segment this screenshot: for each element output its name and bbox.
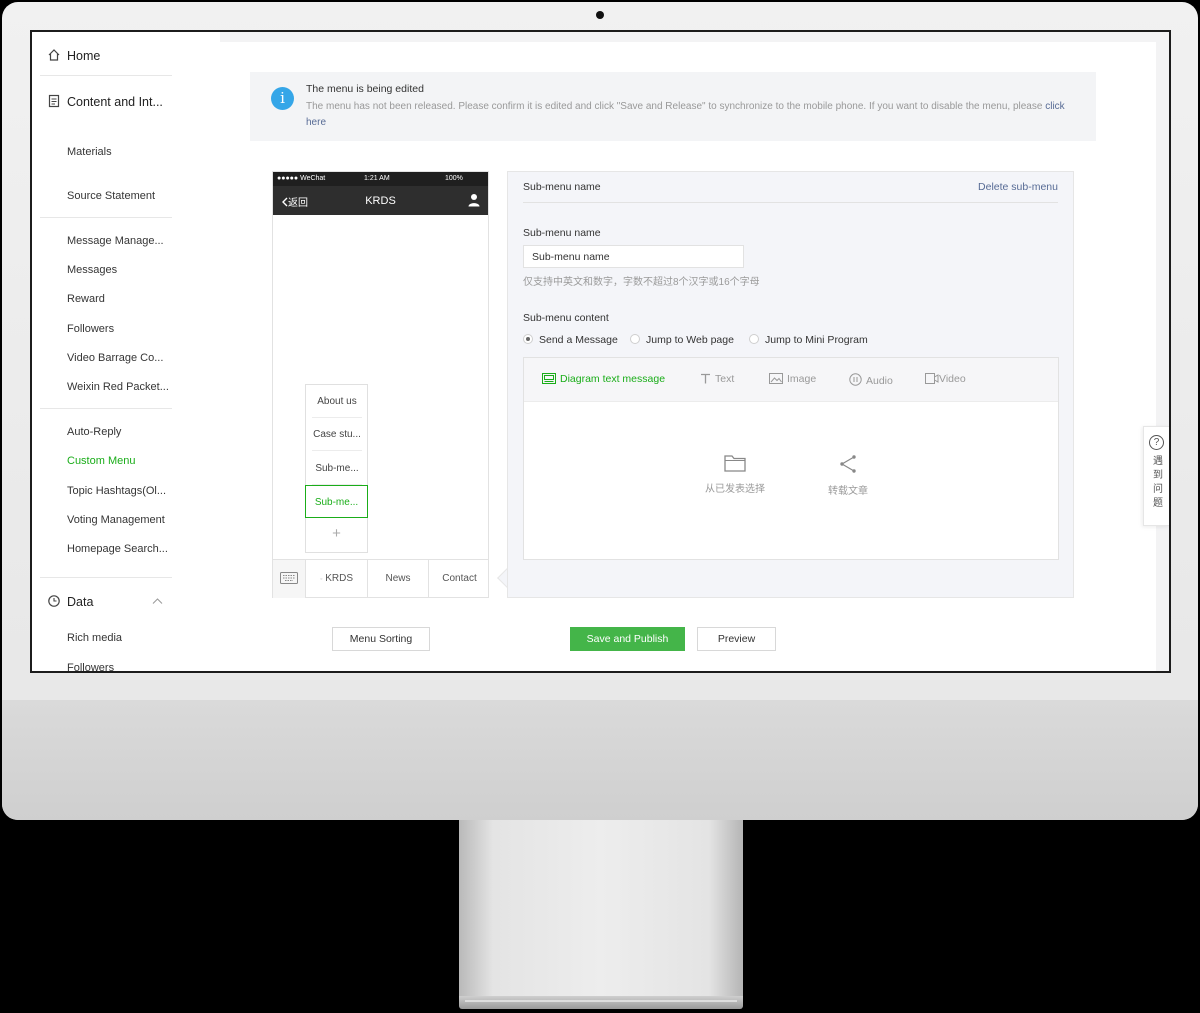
battery: 100% — [445, 175, 463, 182]
folder-icon — [724, 455, 746, 472]
tab-image[interactable]: Image — [769, 373, 816, 385]
sidebar-item-home[interactable]: Home — [48, 48, 100, 63]
sub-menu-item-selected[interactable]: Sub-me... — [305, 485, 368, 518]
tab-text[interactable]: Text — [700, 373, 734, 385]
repost-article-option[interactable]: 转载文章 — [803, 454, 893, 497]
sub-menu-editor: Sub-menu name Delete sub-menu Sub-menu n… — [507, 171, 1074, 598]
name-label: Sub-menu name — [523, 227, 601, 239]
message-content-box: Diagram text message Text Image Audio Vi… — [523, 357, 1059, 560]
carrier: ●●●●● WeChat — [277, 175, 326, 182]
image-icon — [769, 373, 783, 384]
sidebar-item-red-packet[interactable]: Weixin Red Packet... — [67, 381, 169, 393]
radio-dot — [749, 334, 759, 344]
chevron-up-icon[interactable] — [152, 597, 163, 605]
phone-preview: ●●●●● WeChat 1:21 AM 100% 返回 KRDS About … — [272, 171, 489, 598]
divider — [40, 577, 172, 578]
help-float[interactable]: ? 遇到问题 — [1143, 426, 1169, 526]
menu-button-news[interactable]: News — [367, 560, 428, 598]
sidebar-item-homepage-search[interactable]: Homepage Search... — [67, 543, 168, 555]
sidebar-item-video-barrage[interactable]: Video Barrage Co... — [67, 352, 163, 364]
sidebar-item-auto-reply[interactable]: Auto-Reply — [67, 426, 121, 438]
menu-button-krds[interactable]: ◦ KRDS — [305, 560, 367, 598]
delete-sub-menu-link[interactable]: Delete sub-menu — [978, 181, 1058, 193]
menu-sorting-button[interactable]: Menu Sorting — [332, 627, 430, 651]
sub-menu-name-input[interactable] — [523, 245, 744, 268]
name-hint: 仅支持中英文和数字，字数不超过8个汉字或16个字母 — [523, 277, 760, 288]
notice-body: The menu has not been released. Please c… — [306, 101, 1065, 128]
phone-nav-bar: 返回 KRDS — [273, 186, 488, 215]
monitor-stand-base — [459, 996, 743, 1009]
screen: Home Content and Int... Materials Source… — [30, 30, 1171, 673]
phone-title: KRDS — [365, 195, 396, 207]
tab-audio[interactable]: Audio — [849, 373, 893, 387]
audio-icon — [849, 373, 862, 386]
document-icon — [48, 94, 60, 108]
dot-icon: ◦ — [319, 576, 323, 583]
sidebar-item-messages[interactable]: Messages — [67, 264, 117, 276]
sub-menu-item[interactable]: Case stu... — [312, 418, 362, 451]
radio-dot — [630, 334, 640, 344]
sidebar-item-topic-hashtags[interactable]: Topic Hashtags(Ol... — [67, 485, 166, 497]
keyboard-icon[interactable] — [273, 560, 305, 598]
monitor-stand — [459, 820, 743, 996]
add-sub-menu-button[interactable]: + — [306, 525, 367, 542]
help-label: 遇到问题 — [1153, 456, 1163, 509]
news-icon — [542, 373, 556, 384]
monitor-chin — [2, 700, 1198, 820]
person-icon — [468, 194, 480, 207]
sidebar-item-data-followers[interactable]: Followers — [67, 662, 114, 671]
text-icon — [701, 373, 710, 384]
sidebar-item-materials[interactable]: Materials — [67, 146, 112, 158]
select-published-option[interactable]: 从已发表选择 — [690, 454, 780, 495]
sidebar-group-data[interactable]: Data — [48, 594, 93, 609]
main-card: i The menu is being edited The menu has … — [220, 42, 1156, 671]
sub-menu-list: About us Case stu... Sub-me... Sub-me...… — [305, 384, 368, 553]
phone-bottom-menu: ◦ KRDS News Contact — [273, 559, 490, 598]
sidebar-item-reward[interactable]: Reward — [67, 293, 105, 305]
divider — [40, 408, 172, 409]
sidebar-item-rich-media[interactable]: Rich media — [67, 632, 122, 644]
radio-jump-web[interactable]: Jump to Web page — [630, 334, 734, 346]
editor-title: Sub-menu name — [523, 181, 601, 193]
sidebar-item-custom-menu[interactable]: Custom Menu — [67, 455, 135, 467]
sub-menu-item[interactable]: Sub-me... — [312, 452, 362, 485]
sidebar-item-voting[interactable]: Voting Management — [67, 514, 165, 526]
sidebar: Home Content and Int... Materials Source… — [32, 32, 220, 671]
share-icon — [840, 455, 856, 473]
radio-dot — [523, 334, 533, 344]
clock-icon — [48, 595, 60, 607]
edit-notice: i The menu is being edited The menu has … — [250, 72, 1096, 141]
menu-button-contact[interactable]: Contact — [428, 560, 490, 598]
radio-send-message[interactable]: Send a Message — [523, 334, 618, 346]
phone-status-bar: ●●●●● WeChat 1:21 AM 100% — [273, 172, 488, 186]
video-icon — [925, 373, 939, 384]
radio-jump-mini-program[interactable]: Jump to Mini Program — [749, 334, 868, 346]
sidebar-item-source-statement[interactable]: Source Statement — [67, 190, 155, 202]
tab-diagram-text[interactable]: Diagram text message — [542, 373, 665, 385]
status-time: 1:21 AM — [364, 175, 390, 182]
sub-menu-item[interactable]: About us — [312, 385, 362, 418]
divider — [523, 202, 1058, 203]
sidebar-group-content[interactable]: Content and Int... — [48, 94, 163, 109]
content-label: Sub-menu content — [523, 312, 609, 324]
preview-button[interactable]: Preview — [697, 627, 776, 651]
camera — [596, 11, 604, 19]
notice-title: The menu is being edited — [306, 83, 424, 95]
question-icon: ? — [1149, 435, 1164, 450]
tab-video[interactable]: Video — [925, 373, 966, 385]
home-icon — [48, 49, 60, 61]
divider — [40, 217, 172, 218]
info-icon: i — [271, 87, 294, 110]
message-type-tabs: Diagram text message Text Image Audio Vi… — [524, 358, 1058, 402]
save-and-publish-button[interactable]: Save and Publish — [570, 627, 685, 651]
divider — [40, 75, 172, 76]
sidebar-item-followers[interactable]: Followers — [67, 323, 114, 335]
sidebar-item-message-manage[interactable]: Message Manage... — [67, 235, 164, 247]
